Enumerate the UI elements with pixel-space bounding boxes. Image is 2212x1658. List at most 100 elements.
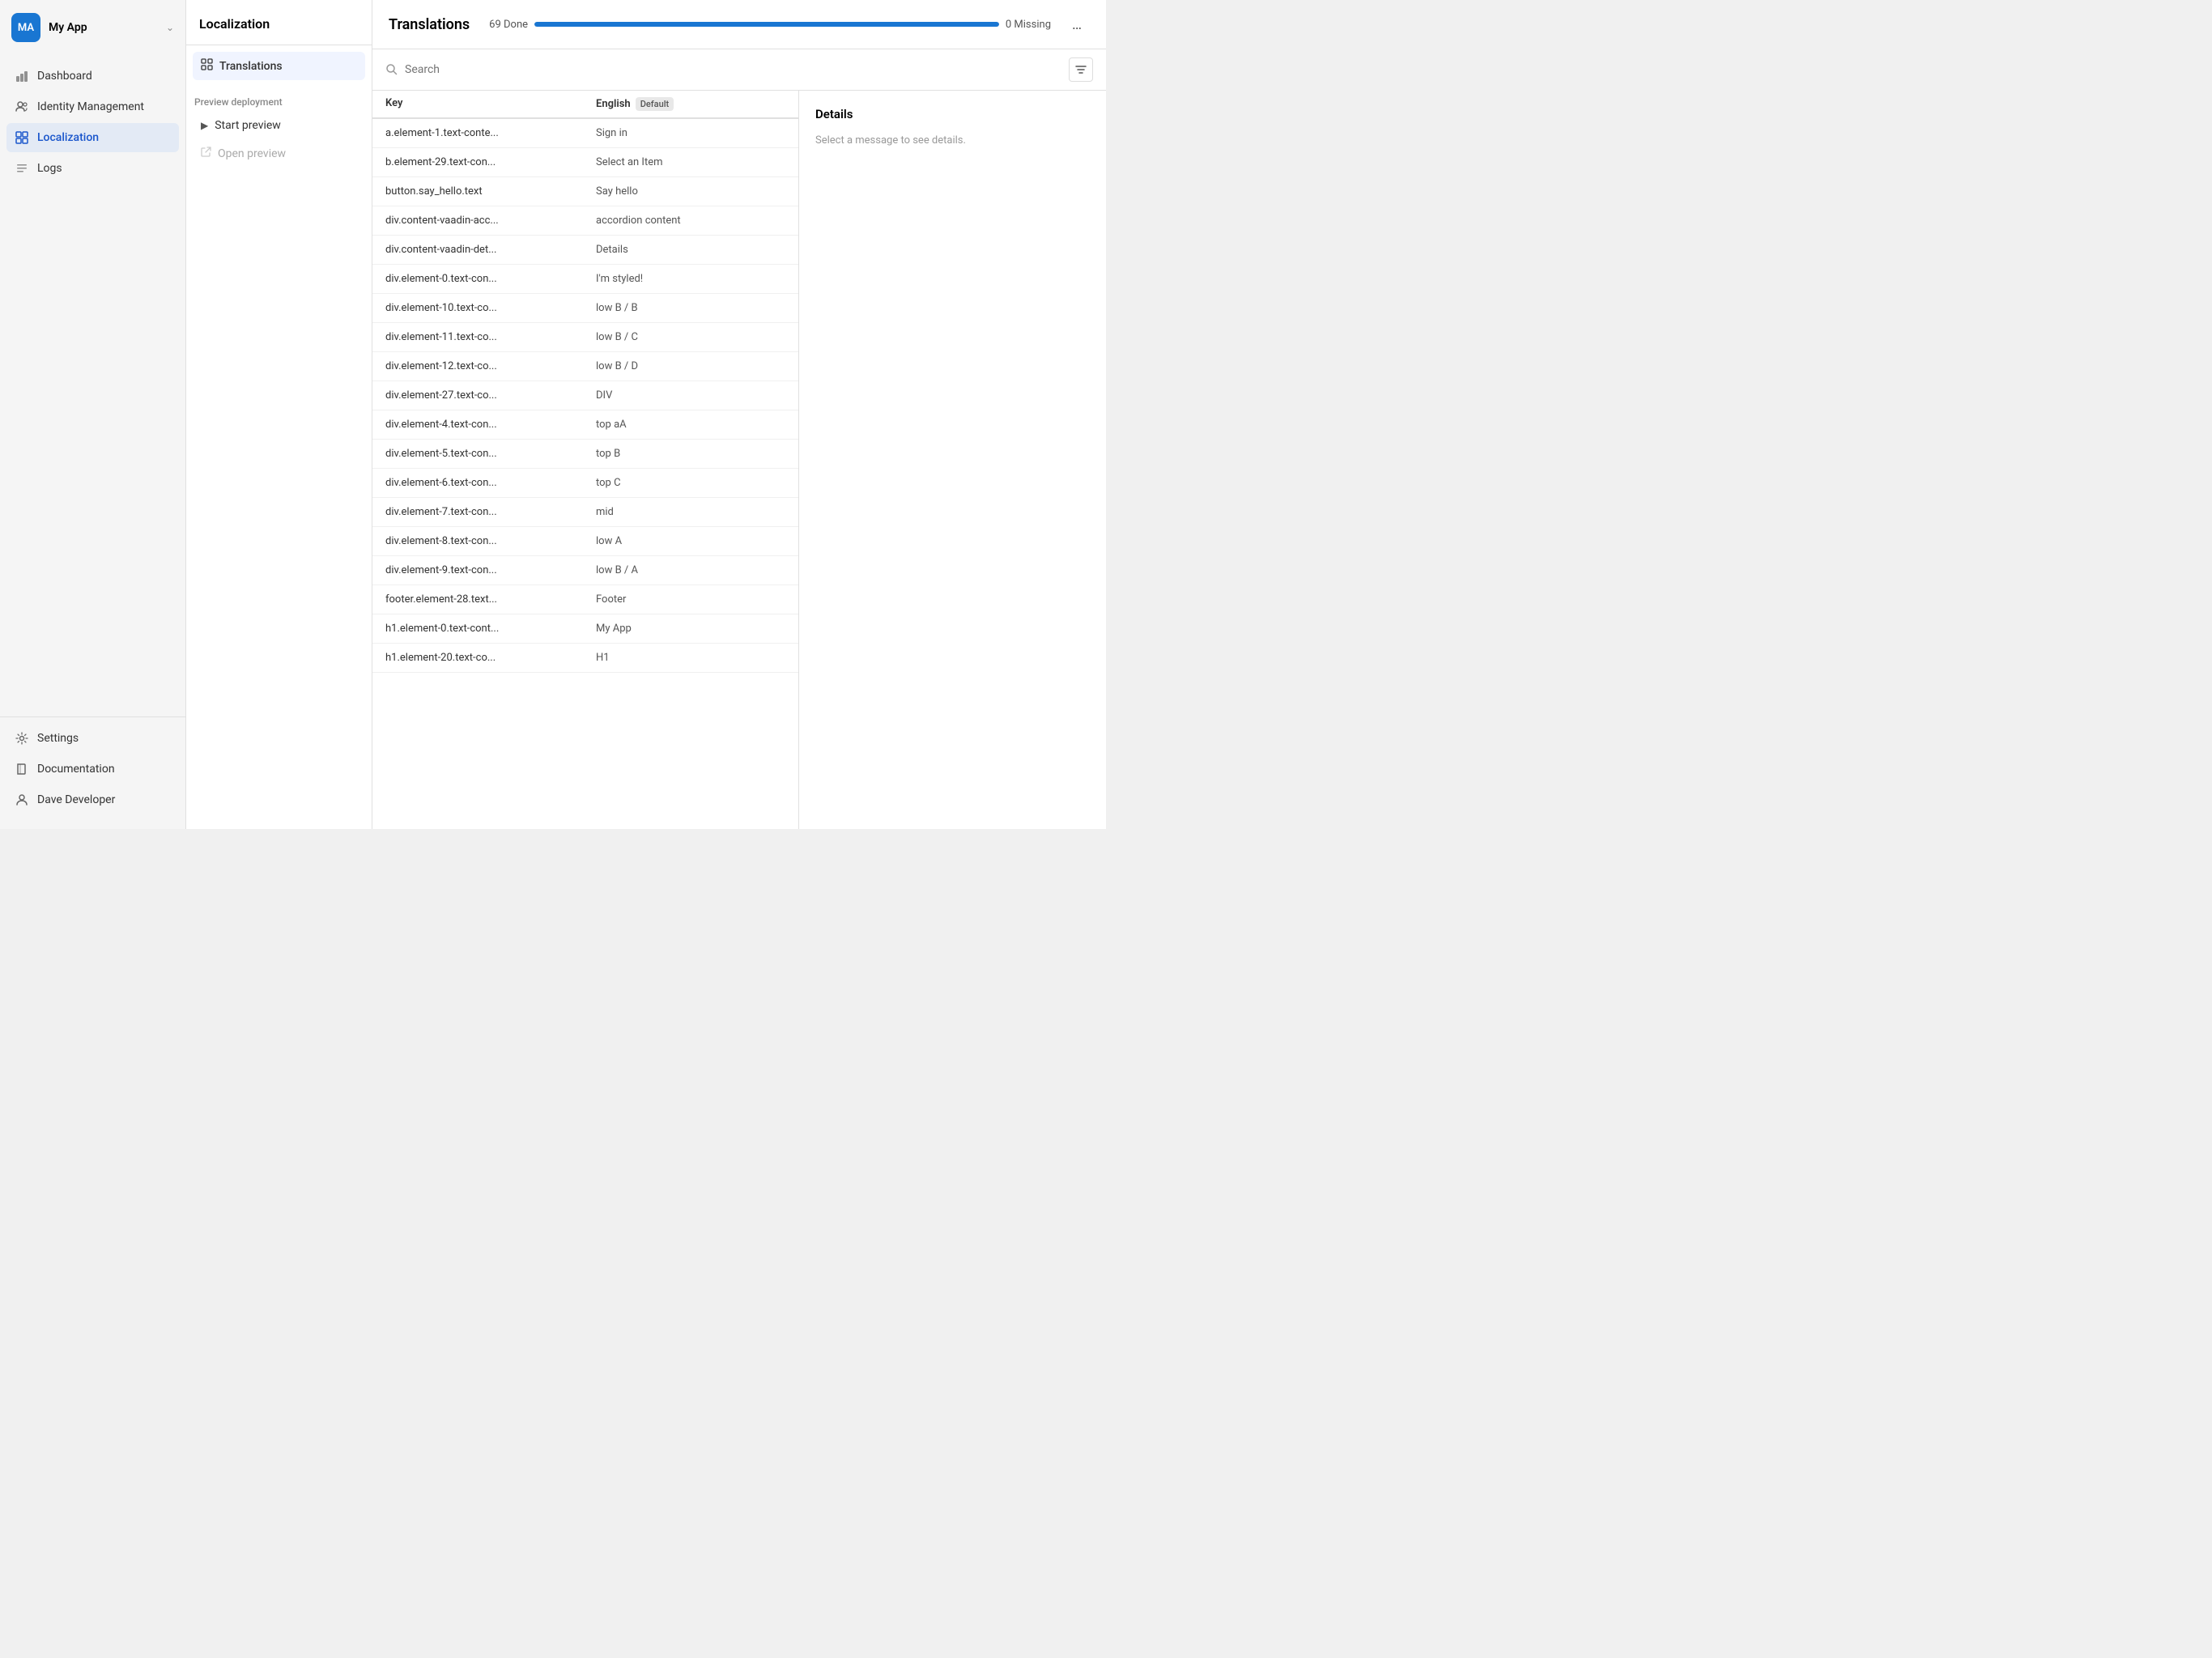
row-value: low B / B <box>596 302 785 314</box>
sidebar-bottom: Settings Documentation Dave Developer <box>0 716 185 829</box>
sidebar-item-documentation[interactable]: Documentation <box>6 755 179 784</box>
row-value: accordion content <box>596 215 785 227</box>
row-value: Footer <box>596 593 785 606</box>
table-row[interactable]: div.element-8.text-con... low A <box>372 527 798 556</box>
table-row[interactable]: footer.element-28.text... Footer <box>372 585 798 614</box>
row-key: h1.element-0.text-cont... <box>385 623 596 635</box>
start-preview-label: Start preview <box>215 119 281 132</box>
table-row[interactable]: button.say_hello.text Say hello <box>372 177 798 206</box>
row-key: div.element-4.text-con... <box>385 419 596 431</box>
play-icon: ▶ <box>201 120 208 131</box>
table-header: Key English Default <box>372 91 798 119</box>
row-key: div.element-8.text-con... <box>385 535 596 547</box>
users-icon <box>15 100 29 114</box>
row-value: low A <box>596 535 785 547</box>
details-title: Details <box>815 107 1090 121</box>
sidebar-item-logs[interactable]: Logs <box>6 154 179 183</box>
row-key: div.element-11.text-co... <box>385 331 596 343</box>
list-icon <box>15 161 29 176</box>
app-header[interactable]: MA My App ⌄ <box>0 0 185 55</box>
sidebar-item-documentation-label: Documentation <box>37 763 115 776</box>
external-icon <box>201 147 211 160</box>
row-key: div.content-vaadin-acc... <box>385 215 596 227</box>
table-row[interactable]: div.element-6.text-con... top C <box>372 469 798 498</box>
row-value: H1 <box>596 652 785 664</box>
table-row[interactable]: div.element-5.text-con... top B <box>372 440 798 469</box>
translations-table: Key English Default a.element-1.text-con… <box>372 91 798 829</box>
row-value: low B / A <box>596 564 785 576</box>
row-value: DIV <box>596 389 785 402</box>
sidebar-item-dashboard[interactable]: Dashboard <box>6 62 179 91</box>
progress-section: 69 Done 0 Missing <box>489 19 1051 31</box>
open-preview-label: Open preview <box>218 147 286 160</box>
details-panel: Details Select a message to see details. <box>798 91 1106 829</box>
row-key: h1.element-20.text-co... <box>385 652 596 664</box>
preview-section-title: Preview deployment <box>186 87 372 113</box>
column-key-header: Key <box>385 97 596 111</box>
row-key: div.element-6.text-con... <box>385 477 596 489</box>
row-value: low B / C <box>596 331 785 343</box>
row-key: a.element-1.text-conte... <box>385 127 596 139</box>
row-value: top C <box>596 477 785 489</box>
progress-bar <box>534 22 999 27</box>
table-row[interactable]: div.content-vaadin-det... Details <box>372 236 798 265</box>
sidebar-item-user-label: Dave Developer <box>37 793 115 806</box>
column-lang-label: English <box>596 98 631 110</box>
page-title: Translations <box>389 16 470 33</box>
table-row[interactable]: b.element-29.text-con... Select an Item <box>372 148 798 177</box>
table-row[interactable]: div.element-9.text-con... low B / A <box>372 556 798 585</box>
row-value: My App <box>596 623 785 635</box>
sidebar-item-identity[interactable]: Identity Management <box>6 92 179 121</box>
table-row[interactable]: div.element-4.text-con... top aA <box>372 410 798 440</box>
app-name-label: My App <box>49 21 158 34</box>
table-row[interactable]: div.element-0.text-con... I'm styled! <box>372 265 798 294</box>
sidebar-item-localization-label: Localization <box>37 131 99 144</box>
localization-panel: Localization Translations Preview deploy… <box>186 0 372 829</box>
table-row[interactable]: div.content-vaadin-acc... accordion cont… <box>372 206 798 236</box>
search-input[interactable] <box>405 63 1062 76</box>
panel-nav: Translations <box>186 45 372 87</box>
filter-button[interactable] <box>1069 57 1093 82</box>
default-badge: Default <box>636 97 674 111</box>
table-body: a.element-1.text-conte... Sign in b.elem… <box>372 119 798 829</box>
table-row[interactable]: div.element-7.text-con... mid <box>372 498 798 527</box>
table-row[interactable]: div.element-11.text-co... low B / C <box>372 323 798 352</box>
sidebar-item-settings-label: Settings <box>37 732 79 745</box>
sidebar-item-user[interactable]: Dave Developer <box>6 785 179 814</box>
table-row[interactable]: h1.element-0.text-cont... My App <box>372 614 798 644</box>
sidebar-item-dashboard-label: Dashboard <box>37 70 92 83</box>
sidebar-item-identity-label: Identity Management <box>37 100 144 113</box>
row-value: Sign in <box>596 127 785 139</box>
content-area: Translations 69 Done 0 Missing … <box>372 0 1106 829</box>
main-area: Localization Translations Preview deploy… <box>186 0 1106 829</box>
more-options-button[interactable]: … <box>1064 11 1090 37</box>
content-header: Translations 69 Done 0 Missing … <box>372 0 1106 49</box>
table-row[interactable]: div.element-12.text-co... low B / D <box>372 352 798 381</box>
sidebar-item-localization[interactable]: Localization <box>6 123 179 152</box>
table-row[interactable]: div.element-27.text-co... DIV <box>372 381 798 410</box>
start-preview-button[interactable]: ▶ Start preview <box>193 113 365 138</box>
details-placeholder-text: Select a message to see details. <box>815 134 1090 147</box>
table-row[interactable]: h1.element-20.text-co... H1 <box>372 644 798 673</box>
row-value: mid <box>596 506 785 518</box>
row-key: div.element-0.text-con... <box>385 273 596 285</box>
panel-nav-translations-label: Translations <box>219 60 283 73</box>
row-key: b.element-29.text-con... <box>385 156 596 168</box>
row-key: div.element-12.text-co... <box>385 360 596 372</box>
progress-done-label: 69 Done <box>489 19 528 31</box>
open-preview-button[interactable]: Open preview <box>193 140 365 167</box>
row-value: Details <box>596 244 785 256</box>
row-key: footer.element-28.text... <box>385 593 596 606</box>
row-key: div.element-27.text-co... <box>385 389 596 402</box>
row-key: div.content-vaadin-det... <box>385 244 596 256</box>
sidebar-item-settings[interactable]: Settings <box>6 724 179 753</box>
row-value: low B / D <box>596 360 785 372</box>
row-value: top aA <box>596 419 785 431</box>
row-value: Select an Item <box>596 156 785 168</box>
gear-icon <box>15 731 29 746</box>
table-row[interactable]: div.element-10.text-co... low B / B <box>372 294 798 323</box>
panel-nav-translations[interactable]: Translations <box>193 52 365 80</box>
progress-bar-fill <box>534 22 999 27</box>
row-key: div.element-7.text-con... <box>385 506 596 518</box>
table-row[interactable]: a.element-1.text-conte... Sign in <box>372 119 798 148</box>
